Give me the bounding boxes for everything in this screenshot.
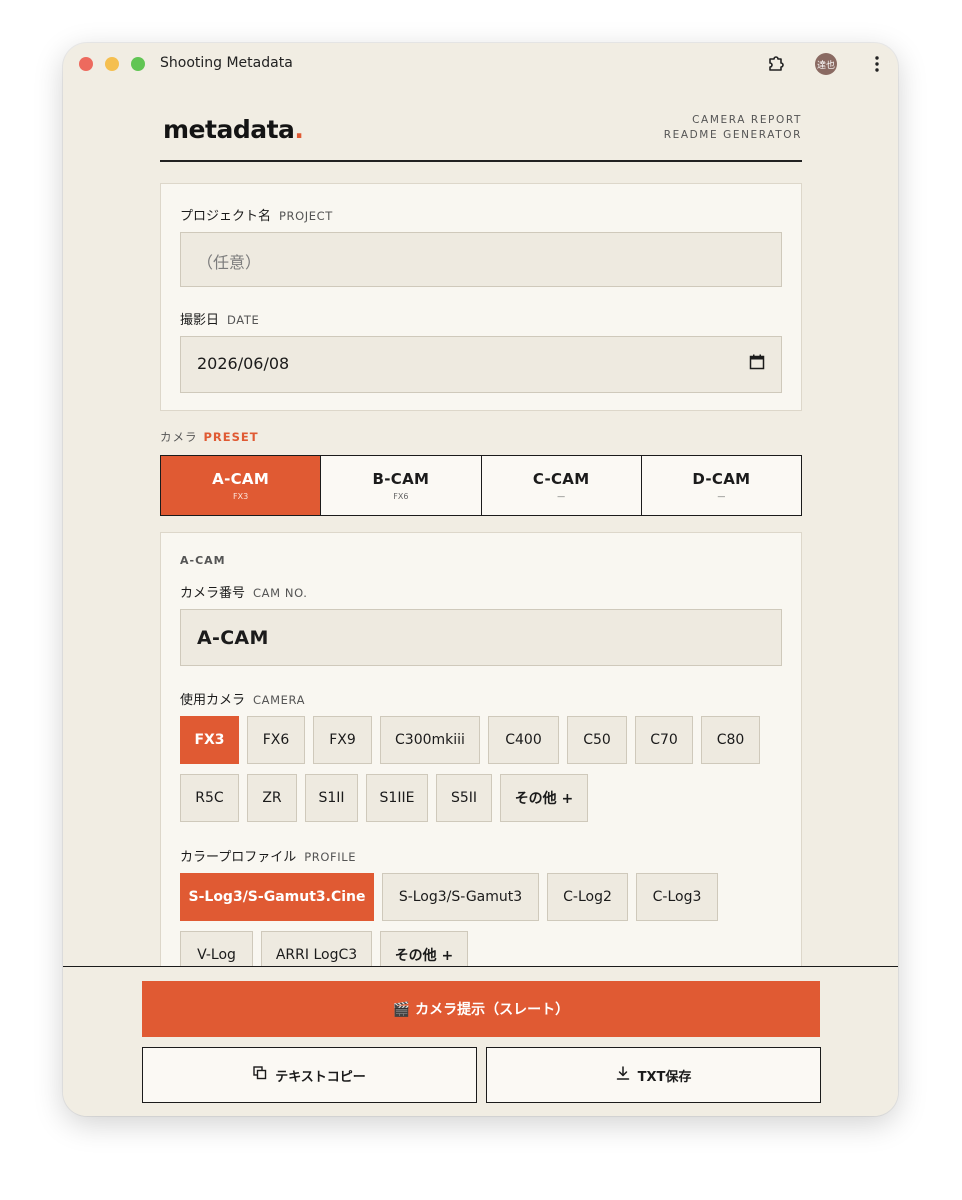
avatar[interactable]: 達也 bbox=[815, 53, 837, 75]
camera-chip-c80[interactable]: C80 bbox=[701, 716, 760, 764]
profile-label: カラープロファイル PROFILE bbox=[180, 850, 357, 865]
save-button-label: TXT保存 bbox=[637, 1069, 692, 1085]
project-placeholder: （任意） bbox=[197, 253, 262, 272]
more-menu-icon[interactable] bbox=[866, 53, 888, 75]
cam-no-value: A-CAM bbox=[197, 627, 269, 649]
project-card: プロジェクト名 PROJECT （任意） 撮影日 DATE 2026/06/08 bbox=[160, 183, 802, 411]
copy-button-label: テキストコピー bbox=[275, 1069, 366, 1085]
camera-chip-c300mkiii[interactable]: C300mkiii bbox=[380, 716, 480, 764]
cam-no-label: カメラ番号 CAM NO. bbox=[180, 586, 308, 601]
camera-chip-s5ii[interactable]: S5II bbox=[436, 774, 492, 822]
profile-chip-clog3[interactable]: C-Log3 bbox=[636, 873, 718, 921]
tab-b-cam[interactable]: B-CAM FX6 bbox=[321, 456, 482, 515]
card-heading: A-CAM bbox=[180, 554, 226, 567]
copy-text-button[interactable]: テキストコピー bbox=[142, 1047, 477, 1103]
cam-no-input[interactable]: A-CAM bbox=[180, 609, 782, 666]
project-input[interactable]: （任意） bbox=[180, 232, 782, 287]
camera-chip-r5c[interactable]: R5C bbox=[180, 774, 239, 822]
title-bar: Shooting Metadata 達也 bbox=[63, 43, 898, 85]
camera-chip-zr[interactable]: ZR bbox=[247, 774, 297, 822]
slate-button-label: 🎬 カメラ提示（スレート） bbox=[392, 1002, 570, 1018]
header-divider bbox=[160, 160, 802, 162]
camera-chip-s1ii[interactable]: S1II bbox=[305, 774, 358, 822]
calendar-icon[interactable] bbox=[749, 354, 765, 370]
project-label: プロジェクト名 PROJECT bbox=[180, 209, 333, 224]
save-txt-button[interactable]: TXT保存 bbox=[486, 1047, 821, 1103]
camera-chip-fx9[interactable]: FX9 bbox=[313, 716, 372, 764]
slate-button[interactable]: 🎬 カメラ提示（スレート） bbox=[142, 981, 820, 1037]
minimize-window-button[interactable] bbox=[105, 57, 119, 71]
profile-chip-slog3-sgamut3cine[interactable]: S-Log3/S-Gamut3.Cine bbox=[180, 873, 374, 921]
camera-label: 使用カメラ CAMERA bbox=[180, 693, 306, 708]
copy-icon bbox=[253, 1066, 267, 1084]
camera-chip-c400[interactable]: C400 bbox=[488, 716, 559, 764]
camera-detail-card: A-CAM カメラ番号 CAM NO. A-CAM 使用カメラ CAMERA FX3… bbox=[160, 532, 802, 993]
camera-section-label: カメラ PRESET bbox=[160, 430, 259, 444]
camera-chip-c50[interactable]: C50 bbox=[567, 716, 627, 764]
tagline: CAMERA REPORT README GENERATOR bbox=[663, 114, 802, 141]
camera-chip-fx3[interactable]: FX3 bbox=[180, 716, 239, 764]
profile-chip-clog2[interactable]: C-Log2 bbox=[547, 873, 628, 921]
tab-a-cam[interactable]: A-CAM FX3 bbox=[161, 456, 322, 515]
date-value: 2026/06/08 bbox=[197, 354, 290, 373]
tab-c-cam[interactable]: C-CAM — bbox=[482, 456, 642, 515]
action-bar: 🎬 カメラ提示（スレート） テキストコピー TXT保存 bbox=[63, 966, 898, 1116]
date-input[interactable]: 2026/06/08 bbox=[180, 336, 782, 393]
download-icon bbox=[616, 1066, 630, 1084]
window-title: Shooting Metadata bbox=[160, 55, 293, 71]
close-window-button[interactable] bbox=[79, 57, 93, 71]
profile-chip-slog3-sgamut3[interactable]: S-Log3/S-Gamut3 bbox=[382, 873, 539, 921]
camera-chip-other[interactable]: その他 + bbox=[500, 774, 588, 822]
maximize-window-button[interactable] bbox=[131, 57, 145, 71]
camera-chip-fx6[interactable]: FX6 bbox=[247, 716, 305, 764]
app-logo: metadata. bbox=[163, 115, 304, 144]
app-window: Shooting Metadata 達也 metadata. CAMERA RE… bbox=[63, 43, 898, 1116]
extension-puzzle-icon[interactable] bbox=[765, 53, 787, 75]
date-label: 撮影日 DATE bbox=[180, 313, 260, 328]
camera-tabs: A-CAM FX3 B-CAM FX6 C-CAM — D-CAM — bbox=[160, 455, 802, 516]
camera-chip-s1iie[interactable]: S1IIE bbox=[366, 774, 428, 822]
tab-d-cam[interactable]: D-CAM — bbox=[642, 456, 801, 515]
camera-chip-c70[interactable]: C70 bbox=[635, 716, 693, 764]
